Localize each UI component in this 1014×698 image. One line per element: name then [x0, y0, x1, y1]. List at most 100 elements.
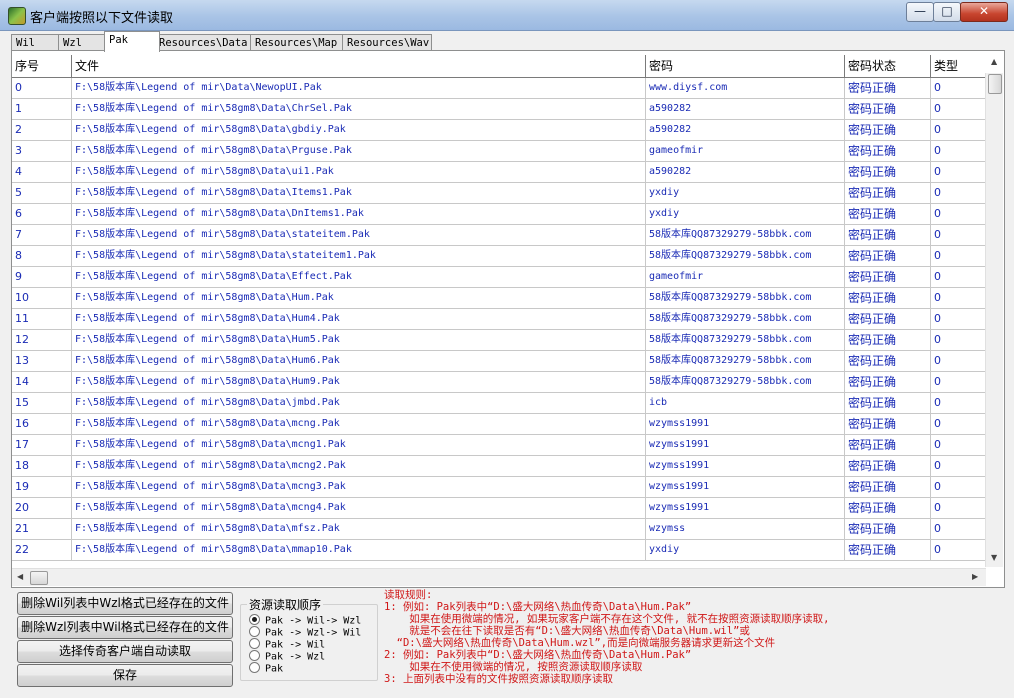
- cell-password-status: 密码正确: [845, 372, 931, 392]
- table-row[interactable]: 16 F:\58版本库\Legend of mir\58gm8\Data\mcng…: [12, 414, 987, 435]
- cell-password-status: 密码正确: [845, 99, 931, 119]
- radio-icon[interactable]: [249, 626, 260, 637]
- table-row[interactable]: 4 F:\58版本库\Legend of mir\58gm8\Data\ui1.P…: [12, 162, 987, 183]
- delete-wzl-duplicates-button[interactable]: 删除Wzl列表中Wil格式已经存在的文件: [17, 616, 233, 639]
- table-row[interactable]: 6 F:\58版本库\Legend of mir\58gm8\Data\DnIte…: [12, 204, 987, 225]
- table-row[interactable]: 13 F:\58版本库\Legend of mir\58gm8\Data\Hum6…: [12, 351, 987, 372]
- table-header: 序号 文件 密码 密码状态 类型: [12, 55, 987, 78]
- read-order-option[interactable]: Pak -> Wzl: [249, 650, 325, 663]
- table-row[interactable]: 0 F:\58版本库\Legend of mir\Data\NewopUI.Pak…: [12, 78, 987, 99]
- minimize-button[interactable]: —: [906, 2, 934, 22]
- scroll-down-icon[interactable]: ▼: [991, 553, 997, 562]
- table-row[interactable]: 5 F:\58版本库\Legend of mir\58gm8\Data\Items…: [12, 183, 987, 204]
- tab-wzl[interactable]: Wzl: [58, 34, 108, 51]
- cell-password: gameofmir: [646, 141, 845, 161]
- table-row[interactable]: 10 F:\58版本库\Legend of mir\58gm8\Data\Hum.…: [12, 288, 987, 309]
- cell-file: F:\58版本库\Legend of mir\58gm8\Data\mcng1.…: [72, 435, 646, 455]
- rule-line: “D:\盛大网络\热血传奇\Data\Hum.wzl”,而是向微端服务器请求更新…: [384, 637, 776, 649]
- cell-password: wzymss1991: [646, 414, 845, 434]
- close-button[interactable]: ✕: [960, 2, 1008, 22]
- cell-type: 0: [934, 291, 941, 304]
- tab-pak[interactable]: Pak: [104, 31, 160, 52]
- table-row[interactable]: 7 F:\58版本库\Legend of mir\58gm8\Data\state…: [12, 225, 987, 246]
- cell-file: F:\58版本库\Legend of mir\58gm8\Data\mcng.P…: [72, 414, 646, 434]
- cell-index: 1: [12, 99, 72, 119]
- tab-wil[interactable]: Wil: [11, 34, 61, 51]
- read-order-option[interactable]: Pak: [249, 662, 283, 675]
- table-row[interactable]: 2 F:\58版本库\Legend of mir\58gm8\Data\gbdiy…: [12, 120, 987, 141]
- save-button[interactable]: 保存: [17, 664, 233, 687]
- horizontal-scrollbar[interactable]: ◀ ▶: [12, 568, 986, 586]
- rule-line: 如果在使用微端的情况, 如果玩家客户端不存在这个文件, 就不在按照资源读取顺序读…: [384, 613, 830, 625]
- delete-wil-duplicates-button[interactable]: 删除Wil列表中Wzl格式已经存在的文件: [17, 592, 233, 615]
- cell-type: 0: [934, 417, 941, 430]
- cell-type: 0: [934, 249, 941, 262]
- cell-password: www.diysf.com: [646, 78, 845, 98]
- radio-icon[interactable]: [249, 650, 260, 661]
- scroll-up-icon[interactable]: ▲: [991, 57, 997, 66]
- cell-index: 18: [12, 456, 72, 476]
- table-row[interactable]: 1 F:\58版本库\Legend of mir\58gm8\Data\ChrSe…: [12, 99, 987, 120]
- rule-line: 就是不会在往下读取是否有“D:\盛大网络\热血传奇\Data\Hum.wil”或: [384, 625, 750, 637]
- radio-selected-icon[interactable]: [249, 614, 260, 625]
- cell-password: 58版本库QQ87329279-58bbk.com: [646, 351, 845, 371]
- cell-index: 17: [12, 435, 72, 455]
- cell-file: F:\58版本库\Legend of mir\58gm8\Data\mcng4.…: [72, 498, 646, 518]
- window-title: 客户端按照以下文件读取: [30, 11, 174, 26]
- radio-icon[interactable]: [249, 662, 260, 673]
- cell-file: F:\58版本库\Legend of mir\58gm8\Data\Hum9.P…: [72, 372, 646, 392]
- table-row[interactable]: 15 F:\58版本库\Legend of mir\58gm8\Data\jmbd…: [12, 393, 987, 414]
- cell-index: 2: [12, 120, 72, 140]
- cell-password: 58版本库QQ87329279-58bbk.com: [646, 225, 845, 245]
- header-index[interactable]: 序号: [12, 55, 72, 77]
- table-row[interactable]: 17 F:\58版本库\Legend of mir\58gm8\Data\mcng…: [12, 435, 987, 456]
- cell-type: 0: [934, 123, 941, 136]
- vertical-scroll-thumb[interactable]: [988, 74, 1002, 94]
- cell-password: a590282: [646, 120, 845, 140]
- table-row[interactable]: 20 F:\58版本库\Legend of mir\58gm8\Data\mcng…: [12, 498, 987, 519]
- table-row[interactable]: 19 F:\58版本库\Legend of mir\58gm8\Data\mcng…: [12, 477, 987, 498]
- table-row[interactable]: 14 F:\58版本库\Legend of mir\58gm8\Data\Hum9…: [12, 372, 987, 393]
- table-row[interactable]: 9 F:\58版本库\Legend of mir\58gm8\Data\Effec…: [12, 267, 987, 288]
- table-row[interactable]: 18 F:\58版本库\Legend of mir\58gm8\Data\mcng…: [12, 456, 987, 477]
- header-file[interactable]: 文件: [72, 55, 646, 77]
- cell-type: 0: [934, 354, 941, 367]
- table-body: 0 F:\58版本库\Legend of mir\Data\NewopUI.Pak…: [12, 78, 987, 568]
- scroll-right-icon[interactable]: ▶: [972, 572, 978, 581]
- maximize-button[interactable]: □: [933, 2, 961, 22]
- cell-password-status: 密码正确: [845, 477, 931, 497]
- header-type[interactable]: 类型: [931, 55, 987, 77]
- read-order-title: 资源读取顺序: [247, 596, 324, 613]
- auto-read-client-button[interactable]: 选择传奇客户端自动读取: [17, 640, 233, 663]
- table-row[interactable]: 3 F:\58版本库\Legend of mir\58gm8\Data\Prgus…: [12, 141, 987, 162]
- cell-password: 58版本库QQ87329279-58bbk.com: [646, 330, 845, 350]
- cell-type: 0: [934, 270, 941, 283]
- radio-icon[interactable]: [249, 638, 260, 649]
- tab-resources-map[interactable]: Resources\Map: [250, 34, 344, 51]
- cell-password: 58版本库QQ87329279-58bbk.com: [646, 246, 845, 266]
- header-password[interactable]: 密码: [646, 55, 845, 77]
- cell-index: 7: [12, 225, 72, 245]
- scroll-left-icon[interactable]: ◀: [17, 572, 23, 581]
- read-order-option[interactable]: Pak -> Wil-> Wzl: [249, 614, 361, 627]
- header-password-status[interactable]: 密码状态: [845, 55, 931, 77]
- table-row[interactable]: 11 F:\58版本库\Legend of mir\58gm8\Data\Hum4…: [12, 309, 987, 330]
- cell-password: wzymss1991: [646, 435, 845, 455]
- table-row[interactable]: 8 F:\58版本库\Legend of mir\58gm8\Data\state…: [12, 246, 987, 267]
- cell-file: F:\58版本库\Legend of mir\58gm8\Data\mcng3.…: [72, 477, 646, 497]
- table-row[interactable]: 22 F:\58版本库\Legend of mir\58gm8\Data\mmap…: [12, 540, 987, 561]
- horizontal-scroll-thumb[interactable]: [30, 571, 48, 585]
- cell-type: 0: [934, 396, 941, 409]
- vertical-scrollbar[interactable]: ▲ ▼: [985, 57, 1003, 567]
- app-icon: [8, 7, 26, 25]
- read-order-option[interactable]: Pak -> Wzl-> Wil: [249, 626, 361, 639]
- cell-index: 8: [12, 246, 72, 266]
- cell-index: 15: [12, 393, 72, 413]
- cell-file: F:\58版本库\Legend of mir\58gm8\Data\gbdiy.…: [72, 120, 646, 140]
- cell-password-status: 密码正确: [845, 120, 931, 140]
- tab-resources-data[interactable]: Resources\Data: [154, 34, 252, 51]
- read-order-option[interactable]: Pak -> Wil: [249, 638, 325, 651]
- tab-resources-wav[interactable]: Resources\Wav: [342, 34, 432, 51]
- table-row[interactable]: 12 F:\58版本库\Legend of mir\58gm8\Data\Hum5…: [12, 330, 987, 351]
- table-row[interactable]: 21 F:\58版本库\Legend of mir\58gm8\Data\mfsz…: [12, 519, 987, 540]
